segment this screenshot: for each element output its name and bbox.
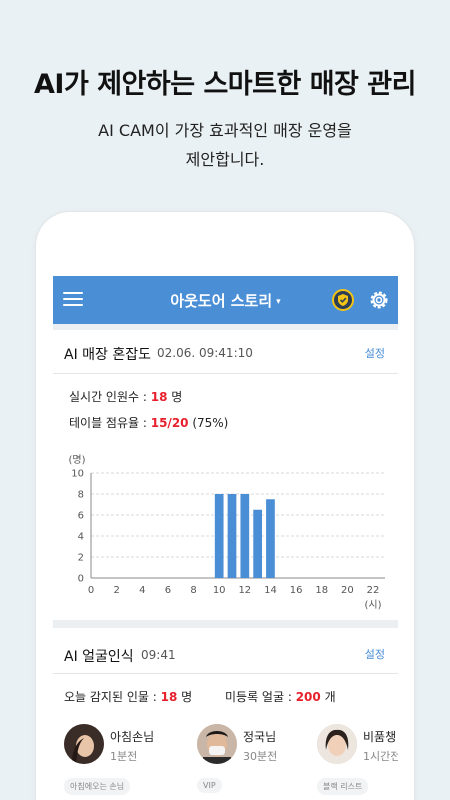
x-axis-label: (시) [364, 599, 381, 611]
x-tick-label: 4 [139, 585, 145, 596]
y-tick-label: 4 [78, 532, 84, 543]
person-name: 아침손님 [110, 730, 155, 744]
store-name: 아웃도어 스토리 [170, 292, 273, 310]
x-tick-label: 6 [165, 585, 171, 596]
avatar [197, 724, 237, 764]
x-tick-label: 12 [238, 585, 251, 596]
y-tick-label: 6 [78, 511, 84, 522]
person-time: 1시간전 [363, 750, 398, 763]
gear-icon[interactable] [367, 288, 391, 312]
person-name: 비품챙 [363, 730, 397, 744]
congestion-card: AI 매장 혼잡도 02.06. 09:41:10 설정 실시간 인원수 : 1… [53, 330, 398, 620]
person-time: 30분전 [243, 750, 278, 763]
y-tick-label: 0 [78, 574, 84, 585]
detected-label: 오늘 감지된 인물 : [64, 690, 161, 704]
y-tick-label: 10 [71, 469, 84, 480]
person-time: 1분전 [110, 750, 138, 763]
unregistered-label: 미등록 얼굴 : [225, 690, 296, 704]
detected-count: 오늘 감지된 인물 : 18 명 [64, 688, 192, 705]
detected-value: 18 [160, 690, 178, 704]
y-tick-label: 8 [78, 490, 84, 501]
x-tick-label: 18 [315, 585, 328, 596]
congestion-title: AI 매장 혼잡도 [64, 347, 152, 363]
app-screen: 아웃도어 스토리 ▾ AI 매장 혼잡도 02.06. 09:41:10 설정 실… [53, 276, 398, 800]
table-value: 15/20 [150, 416, 189, 430]
x-tick-label: 16 [290, 585, 303, 596]
shield-check-icon[interactable] [332, 289, 354, 311]
realtime-label: 실시간 인원수 : [69, 390, 151, 404]
chevron-down-icon: ▾ [276, 297, 281, 307]
chart-bar [214, 494, 224, 578]
promo-headline: AI가 제안하는 스마트한 매장 관리 [34, 69, 416, 100]
x-tick-label: 20 [341, 585, 354, 596]
x-tick-label: 8 [190, 585, 196, 596]
avatar [317, 724, 357, 764]
congestion-chart: 0 2 4 6 8 10 (명) 0 2 4 6 8 10 12 14 16 18 20 22 (시) [68, 454, 385, 611]
realtime-count: 실시간 인원수 : 18 명 [69, 388, 182, 405]
y-tick-label: 2 [78, 553, 84, 564]
divider [53, 673, 398, 674]
face-settings-link[interactable]: 설정 [365, 646, 385, 662]
congestion-time: 02.06. 09:41:10 [157, 346, 253, 360]
table-occupancy: 테이블 점유율 : 15/20 (75%) [69, 414, 228, 431]
person-card[interactable]: 정국님 30분전 VIP [197, 724, 327, 800]
x-tick-label: 0 [88, 585, 94, 596]
face-title: AI 얼굴인식 [64, 649, 134, 665]
person-tag: 아침에오는 손님 [64, 778, 131, 795]
x-tick-label: 2 [113, 585, 119, 596]
chart-bar [266, 499, 275, 578]
chart-bar [240, 494, 250, 578]
person-tag: 블랙 리스트 [317, 778, 369, 795]
y-axis-label: (명) [68, 454, 85, 466]
promo-subline-1: AI CAM이 가장 효과적인 매장 운영을 [98, 121, 352, 140]
face-recognition-card: AI 얼굴인식 09:41 설정 오늘 감지된 인물 : 18 명 미등록 얼굴… [53, 628, 398, 800]
x-tick-label: 10 [213, 585, 226, 596]
face-time: 09:41 [141, 648, 176, 662]
x-tick-label: 14 [264, 585, 277, 596]
person-card[interactable]: 비품챙 1시간전 블랙 리스트 [317, 724, 398, 800]
table-percent: (75%) [188, 416, 229, 430]
app-header: 아웃도어 스토리 ▾ [53, 276, 398, 324]
promo-subline: AI CAM이 가장 효과적인 매장 운영을 제안합니다. [0, 116, 450, 174]
table-label: 테이블 점유율 : [69, 416, 151, 430]
x-tick-label: 22 [367, 585, 380, 596]
realtime-value: 18 [150, 390, 168, 404]
detected-unit: 명 [177, 690, 193, 704]
person-name: 정국님 [243, 730, 277, 744]
person-tag: VIP [197, 778, 222, 793]
realtime-unit: 명 [167, 390, 183, 404]
chart-bar [253, 509, 262, 578]
unregistered-unit: 개 [320, 690, 336, 704]
person-card[interactable]: 아침손님 1분전 아침에오는 손님 [64, 724, 194, 800]
divider [53, 373, 398, 374]
congestion-settings-link[interactable]: 설정 [365, 345, 385, 361]
avatar [64, 724, 104, 764]
chart-bar [227, 494, 237, 578]
promo-subline-2: 제안합니다. [185, 150, 265, 169]
unregistered-value: 200 [295, 690, 321, 704]
unregistered-count: 미등록 얼굴 : 200 개 [225, 688, 336, 705]
